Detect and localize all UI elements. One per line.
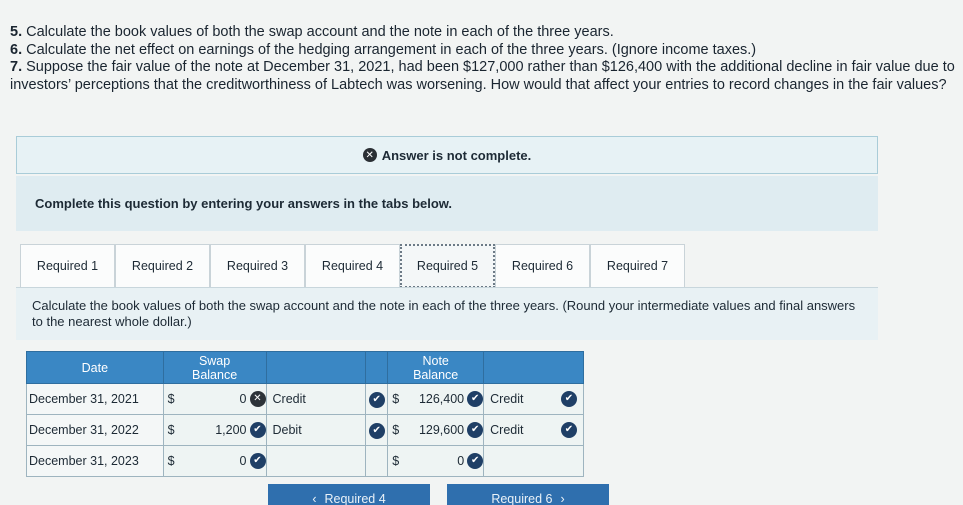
header-swap-type [265,351,367,384]
question-5: 5. Calculate the book values of both the… [10,24,960,42]
incorrect-x-icon: ✕ [362,148,377,162]
header-date: Date [26,351,164,384]
swap-amount-cell[interactable]: $ 1,200 ✔ [162,414,267,446]
tab-required-2[interactable]: Required 2 [115,244,210,288]
chevron-right-icon: › [560,492,565,505]
note-type-select[interactable]: Credit [484,423,523,437]
swap-type-cell[interactable]: Credit [265,383,367,415]
header-swap-text: Swap Balance [191,353,238,382]
swap-currency: $ [167,454,175,468]
row-status-cell: ✔ [365,383,389,415]
header-swap: Swap Balance [162,351,267,384]
q7-number: 7. [10,59,23,75]
date-text: December 31, 2022 [29,423,139,437]
question-6: 6. Calculate the net effect on earnings … [10,42,960,60]
q6-text: Calculate the net effect on earnings of … [26,41,757,58]
table-row: December 31, 2022 $ 1,200 ✔ Debit ✔ $ 12… [26,414,584,446]
header-note: Note Balance [387,351,485,384]
date-cell: December 31, 2022 [26,414,164,446]
incorrect-x-icon: ✕ [249,391,266,407]
date-cell: December 31, 2023 [26,445,164,477]
prev-required-button[interactable]: ‹ Required 4 [268,484,430,505]
swap-type-cell[interactable] [265,445,367,477]
tab-required-1[interactable]: Required 1 [20,244,115,288]
swap-amount-input[interactable]: 1,200 [182,423,250,437]
note-type-select[interactable]: Credit [484,392,523,406]
checkmark-icon: ✔ [467,422,484,438]
instruction-bar: Complete this question by entering your … [16,176,878,231]
note-amount-cell[interactable]: $ 126,400 ✔ [387,383,485,415]
tab-required-4[interactable]: Required 4 [305,244,400,288]
q5-number: 5. [10,24,23,40]
checkmark-icon: ✔ [467,391,484,407]
banner-text: Answer is not complete. [381,147,532,163]
row-status-cell: ✔ [365,414,389,446]
note-amount-input[interactable]: 129,600 [406,423,467,437]
date-text: December 31, 2021 [29,392,139,406]
table-row: December 31, 2021 $ 0 ✕ Credit ✔ $ 126,4… [26,383,584,415]
instruction-text: Complete this question by entering your … [35,196,453,211]
note-amount-cell[interactable]: $ 129,600 ✔ [387,414,485,446]
tab-required-3[interactable]: Required 3 [210,244,305,288]
q5-text: Calculate the book values of both the sw… [26,24,614,40]
swap-type-cell[interactable]: Debit [265,414,367,446]
note-type-cell[interactable]: Credit ✔ [483,383,584,415]
header-gap [365,351,389,384]
note-type-cell[interactable] [483,445,584,477]
swap-amount-input[interactable]: 0 [182,454,250,468]
swap-type-select[interactable]: Credit [267,392,306,406]
date-cell: December 31, 2021 [26,383,164,415]
row-status-cell [365,445,389,477]
header-note-text: Note Balance [413,353,459,382]
checkmark-icon: ✔ [467,453,484,469]
chevron-left-icon: ‹ [312,492,317,505]
task-instructions: Calculate the book values of both the sw… [16,287,878,340]
note-currency: $ [392,392,400,406]
next-label: Required 6 [491,492,553,505]
required-tabs: Required 1 Required 2 Required 3 Require… [20,244,685,288]
checkmark-icon: ✔ [561,391,577,407]
swap-type-select[interactable]: Debit [267,423,302,437]
note-currency: $ [392,423,400,437]
task-instructions-text: Calculate the book values of both the sw… [32,298,856,329]
table-header-row: Date Swap Balance Note Balance [26,351,584,384]
next-required-button[interactable]: Required 6 › [447,484,609,505]
question-7: 7. Suppose the fair value of the note at… [10,59,960,94]
swap-amount-cell[interactable]: $ 0 ✕ [162,383,267,415]
tab-required-5[interactable]: Required 5 [400,244,495,288]
swap-amount-input[interactable]: 0 [182,392,250,406]
table-row: December 31, 2023 $ 0 ✔ $ 0 ✔ [26,445,584,477]
checkmark-icon: ✔ [368,391,385,408]
checkmark-icon: ✔ [561,422,577,438]
note-currency: $ [392,454,400,468]
note-type-cell[interactable]: Credit ✔ [483,414,584,446]
q6-number: 6. [10,41,23,58]
checkmark-icon: ✔ [249,453,266,469]
note-amount-input[interactable]: 0 [406,454,467,468]
checkmark-icon: ✔ [368,422,385,439]
note-amount-input[interactable]: 126,400 [406,392,467,406]
answer-status-banner: ✕ Answer is not complete. [16,136,878,174]
question-text: 5. Calculate the book values of both the… [10,24,960,94]
tab-required-6[interactable]: Required 6 [495,244,590,288]
swap-currency: $ [167,423,175,437]
checkmark-icon: ✔ [249,422,266,438]
q7-text: Suppose the fair value of the note at De… [10,59,955,93]
header-note-type [483,351,584,384]
swap-amount-cell[interactable]: $ 0 ✔ [162,445,267,477]
date-text: December 31, 2023 [29,454,139,468]
swap-currency: $ [167,392,175,406]
balances-table: Date Swap Balance Note Balance December … [26,351,584,477]
note-amount-cell[interactable]: $ 0 ✔ [387,445,485,477]
tab-required-7[interactable]: Required 7 [590,244,685,288]
prev-label: Required 4 [324,492,386,505]
